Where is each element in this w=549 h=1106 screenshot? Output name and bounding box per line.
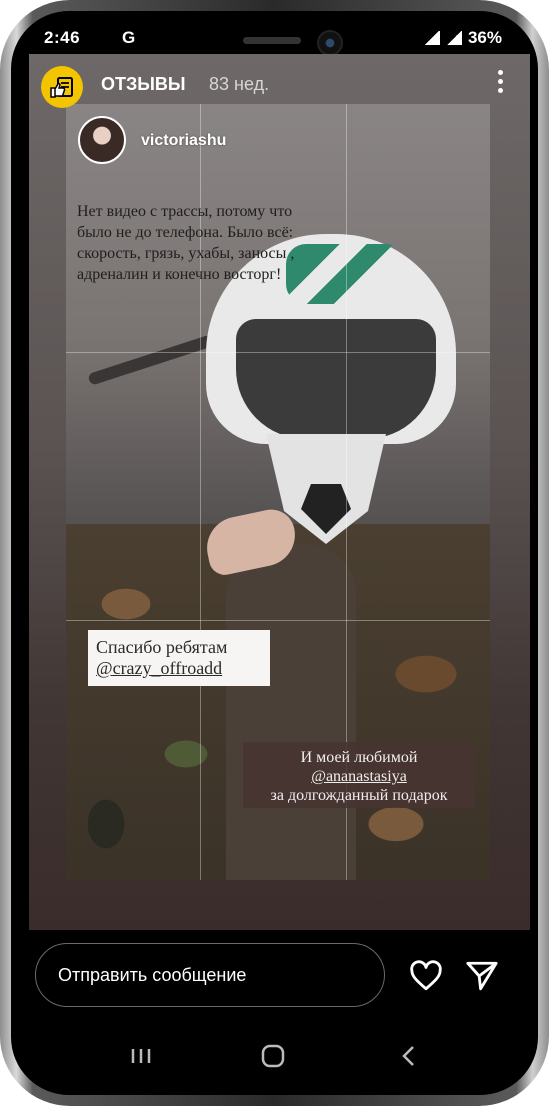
earpiece-speaker <box>243 37 301 44</box>
thumbs-up-document-icon <box>50 77 73 98</box>
sticker-text: Спасибо ребятам <box>96 637 228 657</box>
android-nav-bar <box>11 1023 538 1083</box>
story-view[interactable]: victoriashu Нет видео с трассы, потому ч… <box>29 54 530 930</box>
story-age: 83 нед. <box>209 74 270 94</box>
status-right: 36% <box>423 28 502 48</box>
recent-apps-icon[interactable] <box>121 1041 161 1071</box>
sticker-text: И моей любимой <box>300 749 418 766</box>
send-icon[interactable] <box>465 959 499 993</box>
grid-line <box>66 620 490 621</box>
sticker-text: за долгожданный подарок <box>270 787 448 804</box>
network-type-icon: G <box>122 28 136 47</box>
mention-sticker-1[interactable]: Спасибо ребятам @crazy_offroadd <box>88 630 270 686</box>
phone-frame: 2:46 G 36% victoriashu Нет видео с трасс… <box>0 0 549 1106</box>
mention-link[interactable]: @crazy_offroadd <box>96 658 262 679</box>
helmet-visor <box>236 319 436 439</box>
send-message-input[interactable] <box>35 943 385 1007</box>
highlight-avatar[interactable] <box>41 66 83 108</box>
mention-sticker-2[interactable]: И моей любимой @ananastasiya за долгожда… <box>243 742 475 808</box>
story-header: ОТЗЫВЫ 83 нед. <box>29 54 530 114</box>
status-time: 2:46 <box>44 28 81 47</box>
story-title[interactable]: ОТЗЫВЫ <box>101 74 186 95</box>
more-vertical-icon[interactable] <box>498 70 504 98</box>
signal-icon-2 <box>445 31 462 45</box>
mention-link[interactable]: @ananastasiya <box>249 767 469 786</box>
user-avatar[interactable] <box>78 116 126 164</box>
battery-percent: 36% <box>467 28 502 47</box>
grid-line <box>66 352 490 353</box>
home-icon[interactable] <box>253 1041 293 1071</box>
back-icon[interactable] <box>389 1041 429 1071</box>
sweater <box>226 544 356 880</box>
reply-bar <box>11 937 538 1013</box>
user-name[interactable]: victoriashu <box>141 132 226 150</box>
screen: 2:46 G 36% victoriashu Нет видео с трасс… <box>11 11 538 1095</box>
story-caption: Нет видео с трассы, потому что было не д… <box>77 203 295 283</box>
story-photo: victoriashu Нет видео с трассы, потому ч… <box>66 104 490 880</box>
front-camera <box>317 30 343 56</box>
signal-icon <box>423 31 440 45</box>
heart-icon[interactable] <box>409 959 443 993</box>
bike-handlebar <box>87 334 215 386</box>
